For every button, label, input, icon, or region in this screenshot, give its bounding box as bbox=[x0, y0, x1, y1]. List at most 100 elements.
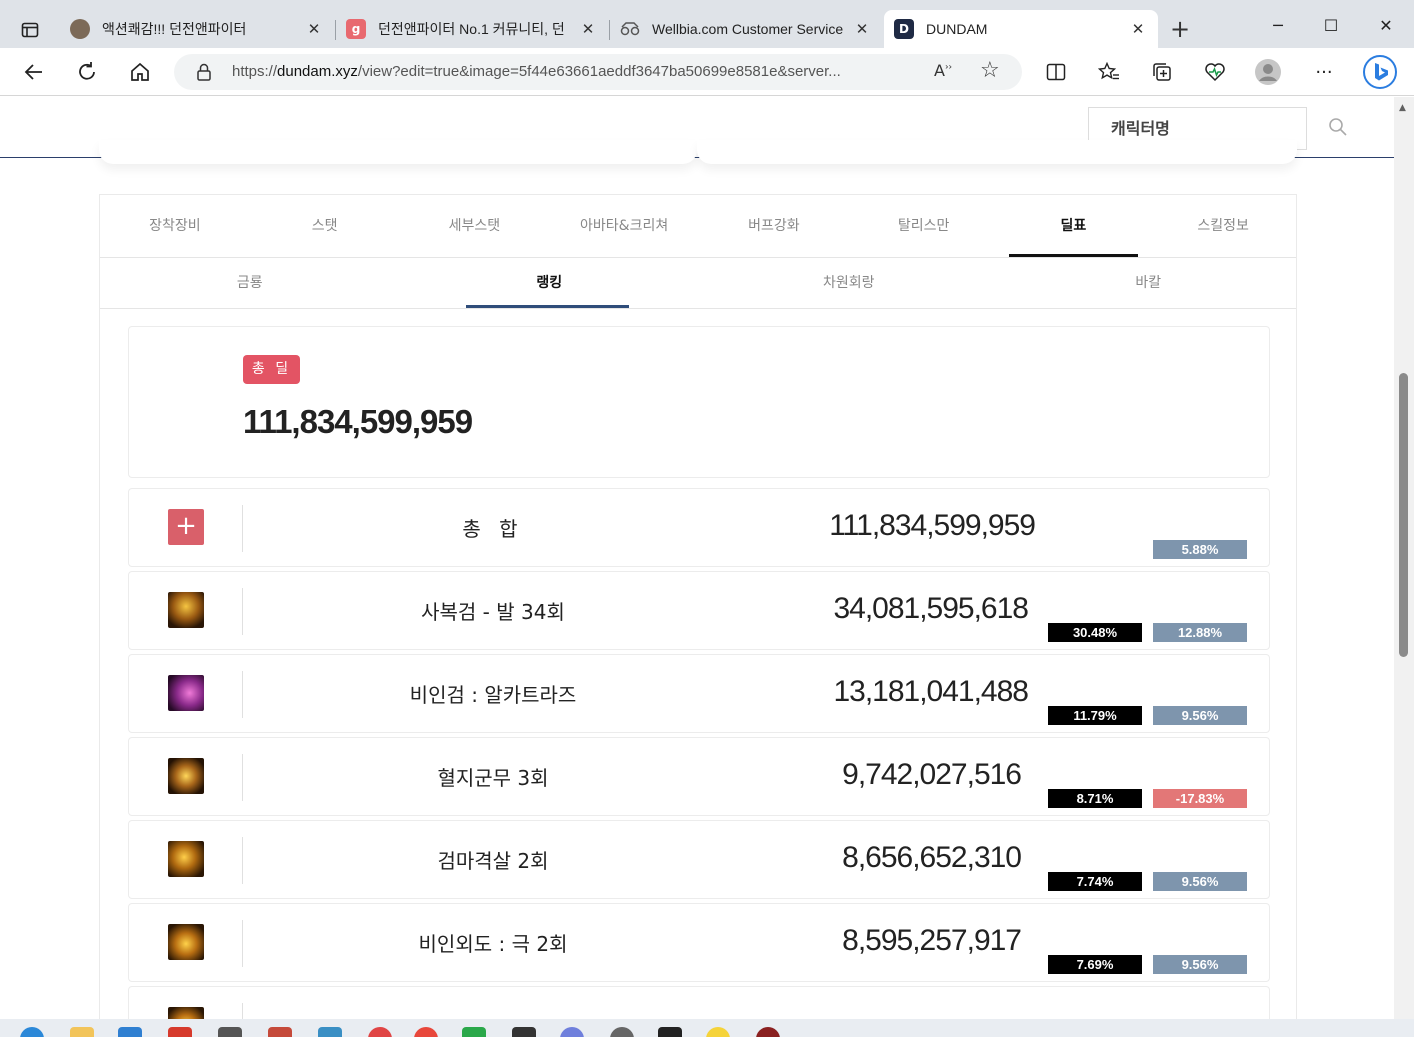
bing-copilot-icon[interactable] bbox=[1362, 54, 1398, 90]
subtab-bakal[interactable]: 바칼 bbox=[999, 258, 1297, 308]
close-tab-icon[interactable]: ✕ bbox=[852, 20, 872, 38]
damage-row: 사복검 - 발 34회 34,081,595,618 30.48% 12.88% bbox=[128, 571, 1270, 650]
close-tab-icon[interactable]: ✕ bbox=[1128, 20, 1148, 38]
tab-skill-info[interactable]: 스킬정보 bbox=[1148, 195, 1296, 257]
tab-equipment[interactable]: 장착장비 bbox=[100, 195, 250, 257]
browser-essentials-icon[interactable] bbox=[1199, 56, 1231, 88]
taskbar-app-icon[interactable] bbox=[462, 1027, 486, 1037]
profile-card-bottom bbox=[697, 140, 1297, 164]
skill-name: 비인외도 : 극 2회 bbox=[418, 932, 568, 956]
close-tab-icon[interactable]: ✕ bbox=[304, 20, 324, 38]
scrollbar-thumb[interactable] bbox=[1399, 373, 1408, 657]
browser-toolbar: https://dundam.xyz/view?edit=true&image=… bbox=[0, 48, 1414, 96]
home-icon[interactable] bbox=[124, 56, 156, 88]
damage-change-percent: 12.88% bbox=[1153, 623, 1247, 642]
more-menu-icon[interactable]: ··· bbox=[1308, 56, 1340, 88]
taskbar-app-icon[interactable] bbox=[368, 1027, 392, 1037]
new-tab-button[interactable]: + bbox=[1166, 16, 1194, 44]
page-scrollbar[interactable]: ▲ bbox=[1394, 97, 1414, 1019]
browser-tab-4-active[interactable]: D DUNDAM ✕ bbox=[884, 10, 1158, 48]
favorite-star-icon[interactable]: ☆ bbox=[980, 58, 1000, 83]
profile-avatar-icon[interactable] bbox=[1252, 56, 1284, 88]
damage-change-percent: 9.56% bbox=[1153, 706, 1247, 725]
wellbia-favicon-icon bbox=[620, 19, 640, 39]
tab-title: 액션쾌감!!! 던전앤파이터 bbox=[102, 21, 247, 37]
damage-change-percent: -17.83% bbox=[1153, 789, 1247, 808]
tab-avatar-creature[interactable]: 아바타&크리쳐 bbox=[549, 195, 699, 257]
taskbar-folder-icon[interactable] bbox=[70, 1027, 94, 1037]
minimize-icon[interactable]: ─ bbox=[1250, 10, 1306, 42]
tab-buff-enhance[interactable]: 버프강화 bbox=[699, 195, 849, 257]
tab-detail-stats[interactable]: 세부스탯 bbox=[400, 195, 550, 257]
skill-icon bbox=[168, 592, 204, 628]
close-window-icon[interactable]: ✕ bbox=[1358, 10, 1414, 42]
scroll-up-arrow-icon[interactable]: ▲ bbox=[1399, 103, 1406, 113]
taskbar-app-icon[interactable] bbox=[268, 1027, 292, 1037]
taskbar-app-icon[interactable] bbox=[706, 1027, 730, 1037]
subtab-gold-dragon[interactable]: 금룡 bbox=[100, 258, 400, 308]
url-prefix: https:// bbox=[232, 63, 278, 80]
url-host: dundam.xyz bbox=[277, 63, 358, 80]
damage-row: 비인외도 : 극 2회 8,595,257,917 7.69% 9.56% bbox=[128, 903, 1270, 982]
profile-card-bottom bbox=[99, 140, 697, 164]
back-icon[interactable] bbox=[18, 56, 50, 88]
taskbar-app-icon[interactable] bbox=[218, 1027, 242, 1037]
skill-icon bbox=[168, 758, 204, 794]
split-screen-icon[interactable] bbox=[1040, 56, 1072, 88]
taskbar-app-icon[interactable] bbox=[20, 1027, 44, 1037]
favorites-icon[interactable] bbox=[1093, 56, 1125, 88]
community-favicon-icon: g bbox=[346, 19, 366, 39]
collections-icon[interactable] bbox=[1146, 56, 1178, 88]
skill-icon bbox=[168, 675, 204, 711]
skill-damage: 13,181,041,488 bbox=[833, 675, 1029, 708]
total-damage-value: 111,834,599,959 bbox=[243, 403, 473, 440]
damage-share-percent: 8.71% bbox=[1048, 789, 1142, 808]
damage-row: 비인검 : 알카트라즈 13,181,041,488 11.79% 9.56% bbox=[128, 654, 1270, 733]
skill-name: 검마격살 2회 bbox=[437, 849, 549, 873]
subtab-dimension-corridor[interactable]: 차원회랑 bbox=[699, 258, 999, 308]
damage-share-percent: 30.48% bbox=[1048, 623, 1142, 642]
os-taskbar bbox=[0, 1019, 1414, 1037]
maximize-icon[interactable]: ☐ bbox=[1303, 10, 1359, 42]
refresh-icon[interactable] bbox=[71, 56, 103, 88]
read-aloud-icon[interactable]: A›› bbox=[934, 61, 952, 80]
search-icon[interactable] bbox=[1328, 117, 1348, 137]
skill-name: 총 합 bbox=[462, 517, 524, 541]
browser-tab-bar: 액션쾌감!!! 던전앤파이터 ✕ g 던전앤파이터 No.1 커뮤니티, 던 ✕… bbox=[0, 0, 1414, 48]
taskbar-app-icon[interactable] bbox=[118, 1027, 142, 1037]
taskbar-app-icon[interactable] bbox=[610, 1027, 634, 1037]
browser-tab-2[interactable]: g 던전앤파이터 No.1 커뮤니티, 던 ✕ bbox=[336, 10, 608, 48]
url-text: https://dundam.xyz/view?edit=true&image=… bbox=[232, 63, 841, 80]
character-detail-card: 장착장비 스탯 세부스탯 아바타&크리쳐 버프강화 탈리스만 딜표 스킬정보 금… bbox=[99, 194, 1297, 1024]
taskbar-chrome-icon[interactable] bbox=[414, 1027, 438, 1037]
skill-name: 비인검 : 알카트라즈 bbox=[409, 683, 577, 707]
lock-icon[interactable] bbox=[196, 63, 212, 85]
close-tab-icon[interactable]: ✕ bbox=[578, 20, 598, 38]
taskbar-app-icon[interactable] bbox=[512, 1027, 536, 1037]
tab-stats[interactable]: 스탯 bbox=[250, 195, 400, 257]
total-damage-badge: 총 딜 bbox=[243, 355, 300, 384]
browser-tab-3[interactable]: Wellbia.com Customer Service ✕ bbox=[610, 10, 882, 48]
damage-row: 혈지군무 3회 9,742,027,516 8.71% -17.83% bbox=[128, 737, 1270, 816]
main-tab-bar: 장착장비 스탯 세부스탯 아바타&크리쳐 버프강화 탈리스만 딜표 스킬정보 bbox=[100, 195, 1296, 258]
tab-talisman[interactable]: 탈리스만 bbox=[849, 195, 999, 257]
damage-change-percent: 5.88% bbox=[1153, 540, 1247, 559]
expand-plus-icon[interactable]: + bbox=[168, 509, 204, 545]
taskbar-app-icon[interactable] bbox=[756, 1027, 780, 1037]
taskbar-app-icon[interactable] bbox=[658, 1027, 682, 1037]
damage-change-percent: 9.56% bbox=[1153, 872, 1247, 891]
taskbar-app-icon[interactable] bbox=[560, 1027, 584, 1037]
browser-tab-1[interactable]: 액션쾌감!!! 던전앤파이터 ✕ bbox=[60, 10, 334, 48]
skill-name: 사복검 - 발 34회 bbox=[421, 600, 565, 624]
damage-change-percent: 9.56% bbox=[1153, 955, 1247, 974]
tab-actions-icon[interactable] bbox=[10, 14, 50, 46]
tab-damage-table[interactable]: 딜표 bbox=[999, 195, 1149, 257]
address-bar[interactable]: https://dundam.xyz/view?edit=true&image=… bbox=[174, 54, 1022, 90]
subtab-ranking[interactable]: 랭킹 bbox=[400, 258, 700, 308]
tab-title: 던전앤파이터 No.1 커뮤니티, 던 bbox=[378, 21, 565, 37]
taskbar-app-icon[interactable] bbox=[168, 1027, 192, 1037]
taskbar-app-icon[interactable] bbox=[318, 1027, 342, 1037]
skill-name: 혈지군무 3회 bbox=[437, 766, 549, 790]
skill-icon bbox=[168, 924, 204, 960]
skill-damage: 9,742,027,516 bbox=[842, 758, 1022, 791]
